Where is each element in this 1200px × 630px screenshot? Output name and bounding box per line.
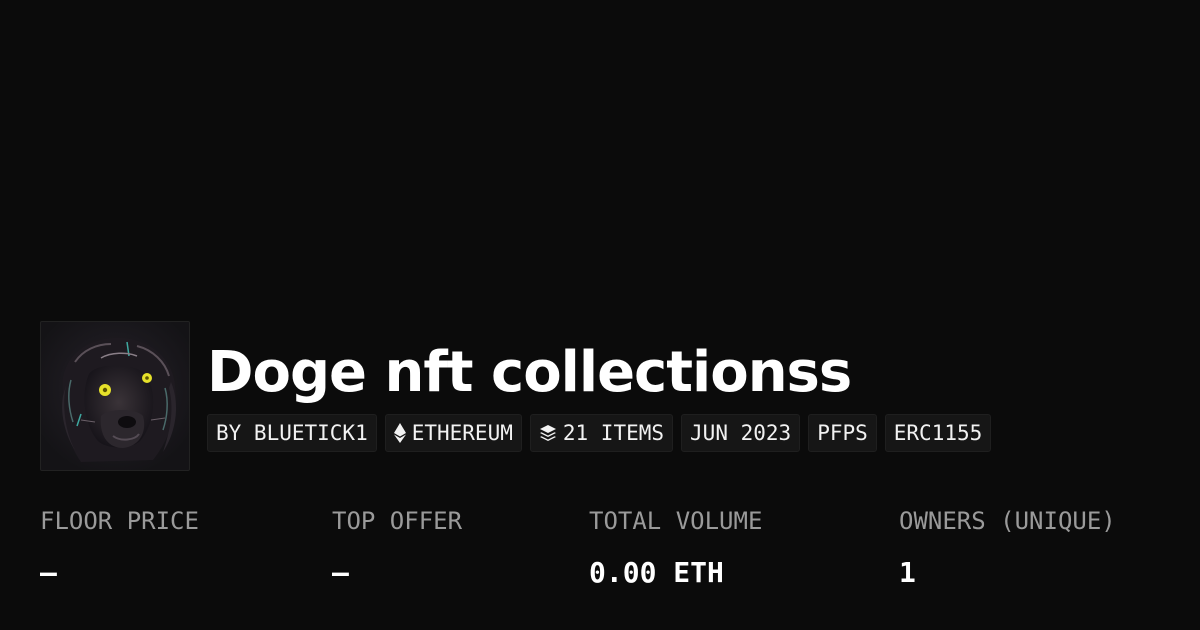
items-chip-label: 21 ITEMS [562, 421, 665, 445]
ethereum-icon [393, 423, 406, 443]
category-chip[interactable]: PFPS [808, 414, 877, 452]
collection-title: Doge nft collectionss [207, 340, 852, 405]
stat-label: TOP OFFER [332, 507, 463, 535]
collection-header: Doge nft collectionss BY BLUETICK1 ETHER… [40, 321, 992, 471]
collection-share-card: Doge nft collectionss BY BLUETICK1 ETHER… [0, 0, 1200, 630]
dog-portrait-icon [41, 322, 189, 470]
stat-label: OWNERS (UNIQUE) [899, 507, 1116, 535]
collection-chips: BY BLUETICK1 ETHEREUM 21 ITEMS JUN 2023 … [207, 414, 992, 452]
creator-chip-label: BY BLUETICK1 [216, 421, 368, 445]
standard-chip: ERC1155 [884, 414, 992, 452]
creator-chip[interactable]: BY BLUETICK1 [207, 414, 377, 452]
stat-value: – [332, 556, 349, 589]
layers-icon [539, 424, 557, 442]
stat-label: TOTAL VOLUME [589, 507, 763, 535]
collection-stats: FLOOR PRICE – TOP OFFER – TOTAL VOLUME 0… [40, 504, 1180, 604]
stat-value: 1 [899, 556, 916, 589]
date-chip: JUN 2023 [681, 414, 801, 452]
stat-floor-price: FLOOR PRICE – [40, 504, 199, 593]
standard-chip-label: ERC1155 [893, 421, 983, 445]
stat-top-offer: TOP OFFER – [332, 504, 462, 593]
category-chip-label: PFPS [817, 421, 868, 445]
title-block: Doge nft collectionss BY BLUETICK1 ETHER… [207, 337, 992, 452]
date-chip-label: JUN 2023 [690, 421, 792, 445]
chain-chip[interactable]: ETHEREUM [384, 414, 522, 452]
stat-label: FLOOR PRICE [40, 507, 199, 535]
stat-total-volume: TOTAL VOLUME 0.00 ETH [589, 504, 762, 593]
items-chip[interactable]: 21 ITEMS [529, 414, 674, 452]
chain-chip-label: ETHEREUM [411, 421, 513, 445]
collection-avatar[interactable] [40, 321, 190, 471]
stat-owners: OWNERS (UNIQUE) 1 [899, 504, 1116, 593]
stat-value: – [40, 556, 57, 589]
stat-value: 0.00 ETH [589, 556, 724, 589]
